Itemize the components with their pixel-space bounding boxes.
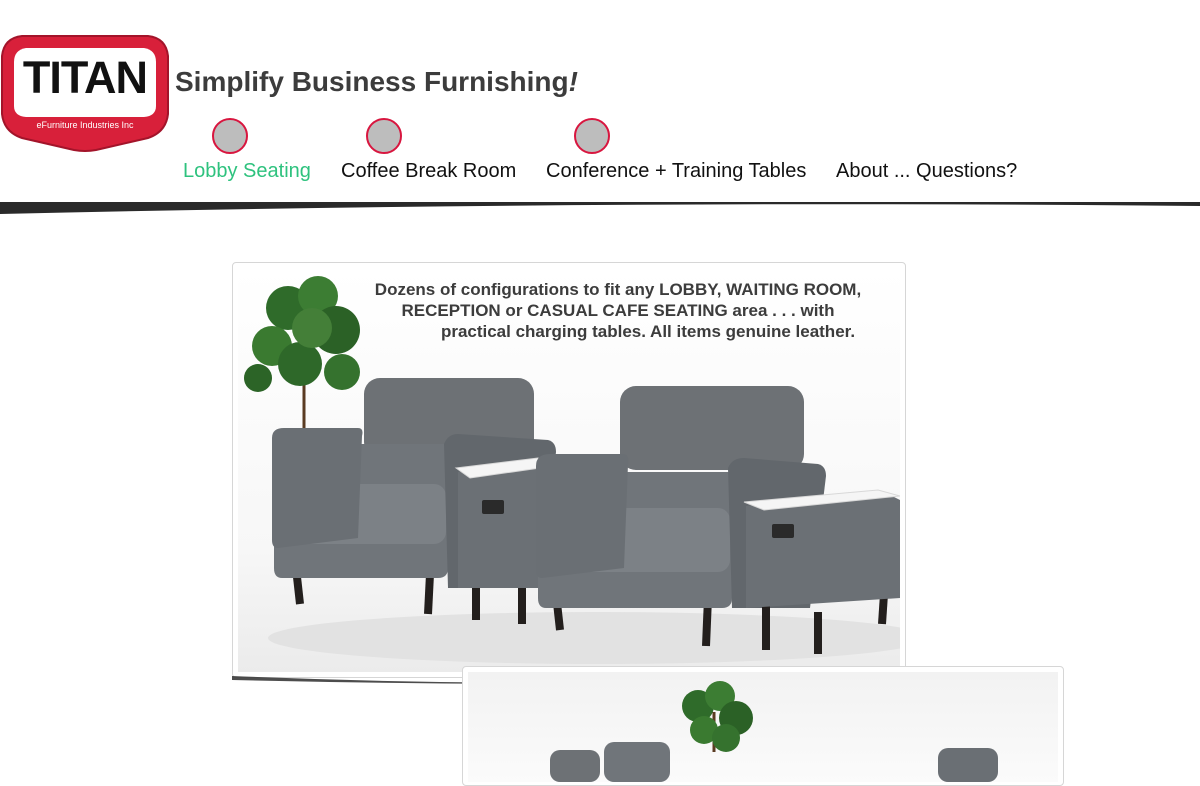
caption-line-1: Dozens of configurations to fit any LOBB… [374, 280, 862, 299]
lobby-seating-second-card [462, 666, 1064, 786]
logo-subtitle: eFurniture Industries Inc [36, 120, 134, 130]
conference-tables-dot-icon[interactable] [574, 118, 610, 154]
lobby-seating-feature-card: Dozens of configurations to fit any LOBB… [232, 262, 906, 678]
tagline-exclamation: ! [568, 66, 578, 97]
nav-item-about-questions[interactable]: About ... Questions? [836, 159, 1017, 183]
feature-caption: Dozens of configurations to fit any LOBB… [358, 279, 878, 342]
header-shadow-divider [0, 202, 1200, 214]
site-header: TITAN eFurniture Industries Inc Simplify… [0, 0, 1200, 204]
site-tagline: Simplify Business Furnishing! [175, 66, 578, 98]
lobby-chairs-photo[interactable]: Dozens of configurations to fit any LOBB… [238, 268, 900, 672]
potted-plant-icon [682, 681, 753, 752]
caption-line-2: RECEPTION or CASUAL CAFE SEATING area . … [401, 301, 835, 320]
coffee-break-room-dot-icon[interactable] [366, 118, 402, 154]
nav-item-lobby-seating[interactable]: Lobby Seating [183, 159, 311, 183]
caption-line-3: practical charging tables. All items gen… [440, 322, 856, 341]
lobby-seating-photo-2[interactable] [468, 672, 1058, 782]
seating-illustration-2 [550, 681, 998, 782]
tagline-text: Simplify Business Furnishing [175, 66, 569, 97]
lobby-seating-dot-icon[interactable] [212, 118, 248, 154]
nav-item-conference-training-tables[interactable]: Conference + Training Tables [546, 159, 806, 183]
nav-item-coffee-break-room[interactable]: Coffee Break Room [341, 159, 516, 183]
logo-wordmark: TITAN [22, 52, 148, 103]
